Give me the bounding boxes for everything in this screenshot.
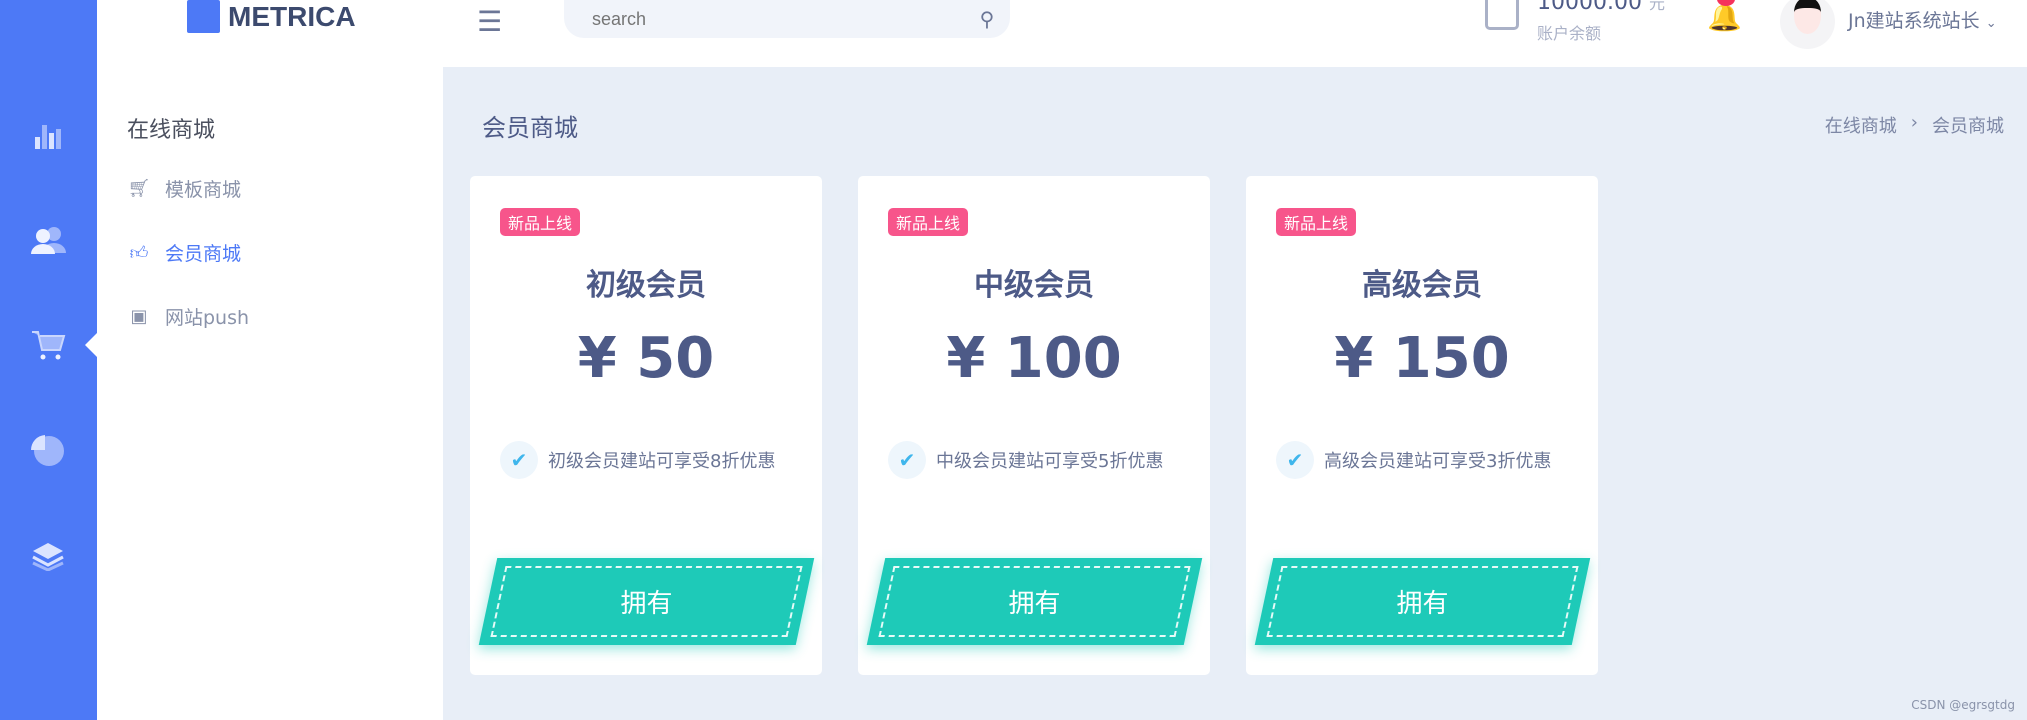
logo-mark-icon (187, 0, 220, 33)
card-feature: ✔ 高级会员建站可享受3折优惠 (1276, 441, 1551, 479)
card-title: 中级会员 (974, 268, 1094, 303)
bar-chart-icon[interactable] (26, 116, 70, 156)
own-button[interactable]: 拥有 (1254, 558, 1591, 645)
card-price: ¥ 100 (946, 326, 1122, 391)
chevron-right-icon: › (1910, 112, 1918, 133)
search-input[interactable] (564, 8, 944, 30)
submenu-item-template-store[interactable]: 🛒︎ 模板商城 (127, 175, 241, 202)
submenu-item-website-push[interactable]: ▣ 网站push (127, 303, 249, 330)
search-icon[interactable]: ⚲ (964, 0, 1010, 38)
membership-card: 新品上线 高级会员 ¥ 150 ✔ 高级会员建站可享受3折优惠 拥有 (1246, 176, 1598, 675)
top-header: METRICA ☰ ⚲ 10000.00 元 账户余额 🔔 2 Jn建站系统站长… (97, 0, 2027, 67)
check-icon: ✔ (500, 441, 538, 479)
push-icon: ▣ (130, 306, 148, 327)
new-badge: 新品上线 (500, 208, 581, 236)
own-button[interactable]: 拥有 (478, 558, 815, 645)
logo[interactable]: METRICA (187, 0, 356, 33)
card-feature: ✔ 初级会员建站可享受8折优惠 (500, 441, 775, 479)
menu-toggle-icon[interactable]: ☰ (477, 5, 502, 38)
balance-label: 账户余额 (1537, 24, 1602, 43)
cart-icon: 🛒︎ (127, 178, 151, 199)
cart-icon[interactable] (26, 325, 70, 365)
watermark: CSDN @egrsgtdg (1911, 698, 2015, 712)
wallet-icon (1485, 0, 1519, 30)
check-icon: ✔ (888, 441, 926, 479)
avatar[interactable] (1780, 0, 1835, 49)
check-icon: ✔ (1276, 441, 1314, 479)
chevron-down-icon: ⌄ (1985, 16, 1997, 31)
pie-chart-icon[interactable] (26, 430, 70, 470)
submenu-title: 在线商城 (127, 118, 216, 143)
card-title: 高级会员 (1362, 268, 1482, 303)
active-pointer (85, 333, 97, 357)
page-title: 会员商城 (482, 114, 578, 142)
membership-card: 新品上线 初级会员 ¥ 50 ✔ 初级会员建站可享受8折优惠 拥有 (470, 176, 822, 675)
balance-amount: 10000.00 元 (1537, 0, 1665, 15)
own-button[interactable]: 拥有 (866, 558, 1203, 645)
card-feature: ✔ 中级会员建站可享受5折优惠 (888, 441, 1163, 479)
breadcrumb-item[interactable]: 在线商城 (1825, 112, 1897, 138)
breadcrumb-item: 会员商城 (1932, 116, 2004, 137)
breadcrumb: 在线商城 › 会员商城 (1825, 112, 2004, 138)
users-icon[interactable] (26, 220, 70, 260)
thumbs-up-icon: 👍︎ (129, 242, 149, 264)
layers-icon[interactable] (26, 536, 70, 576)
card-price: ¥ 50 (577, 326, 715, 391)
new-badge: 新品上线 (888, 208, 969, 236)
submenu-item-member-store[interactable]: 👍︎ 会员商城 (127, 239, 241, 266)
new-badge: 新品上线 (1276, 208, 1357, 236)
card-title: 初级会员 (586, 268, 706, 303)
submenu-panel: 在线商城 🛒︎ 模板商城 👍︎ 会员商城 ▣ 网站push (97, 67, 443, 720)
search-bar: ⚲ (564, 0, 1010, 38)
icon-sidebar (0, 0, 97, 720)
card-price: ¥ 150 (1334, 326, 1510, 391)
membership-card: 新品上线 中级会员 ¥ 100 ✔ 中级会员建站可享受5折优惠 拥有 (858, 176, 1210, 675)
user-menu[interactable]: Jn建站系统站长 ⌄ (1848, 6, 1997, 33)
